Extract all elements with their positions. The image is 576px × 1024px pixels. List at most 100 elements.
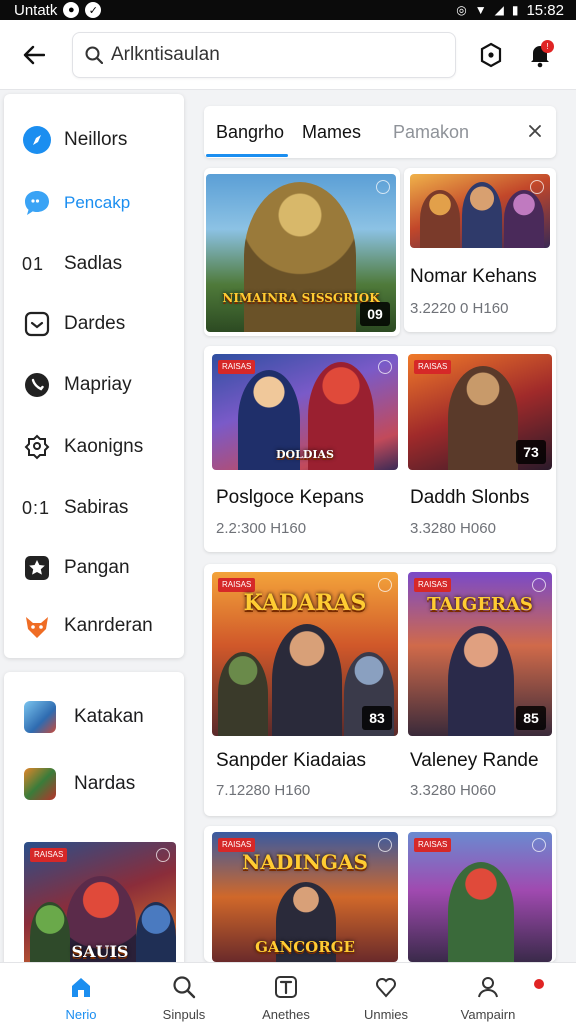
arrow-left-icon	[23, 45, 45, 65]
nav-notification-dot	[534, 979, 544, 989]
game-title[interactable]: Daddh Slonbs	[410, 487, 529, 509]
game-title[interactable]: Sanpder Kiadaias	[216, 750, 366, 772]
nav-item-nerio[interactable]: Nerio	[31, 963, 131, 1024]
close-tabs-button[interactable]	[524, 120, 546, 142]
game-title[interactable]: Valeney Rande	[410, 750, 539, 772]
hero-artwork	[448, 626, 514, 736]
check-icon: ✓	[85, 2, 102, 18]
notification-badge: !	[541, 40, 554, 53]
game-meta: 7.12280 H160	[216, 782, 311, 799]
sidebar-game-nardas[interactable]: Nardas	[4, 759, 184, 809]
active-tab-indicator	[206, 154, 288, 157]
rating-badge: 09	[360, 302, 390, 326]
nav-item-sinpuls[interactable]: Sinpuls	[134, 963, 234, 1024]
game-artwork[interactable]: RAISAS KADARAS 83	[212, 572, 398, 736]
location-icon: ◎	[456, 3, 467, 17]
sidebar-item-neillors[interactable]: Neillors	[4, 115, 184, 165]
nav-item-anethes[interactable]: Anethes	[236, 963, 336, 1024]
signal-icon: ◢	[494, 3, 504, 17]
search-icon	[168, 973, 200, 1001]
chat-bubble-icon	[22, 188, 52, 218]
hero-artwork	[420, 190, 460, 248]
nav-item-unmies[interactable]: Unmies	[336, 963, 436, 1024]
nav-item-vampairn[interactable]: Vampairn	[438, 963, 538, 1024]
close-icon	[529, 125, 541, 137]
clock: 15:82	[526, 1, 564, 19]
sidebar-item-label: Sabiras	[64, 497, 129, 518]
battery-icon: ▮	[511, 3, 519, 17]
sidebar-item-label: Pencakp	[64, 193, 131, 212]
sidebar-item-dardes[interactable]: Dardes	[4, 299, 184, 349]
sidebar-item-mapriay[interactable]: Mapriay	[4, 360, 184, 410]
compass-icon	[22, 125, 52, 155]
tab-mames[interactable]: Mames	[302, 122, 361, 143]
text-box-icon	[270, 973, 302, 1001]
hero-artwork	[218, 652, 268, 736]
sidebar-item-label: Pangan	[64, 557, 130, 578]
sidebar-item-pangan[interactable]: Pangan	[4, 543, 184, 593]
nav-label: Sinpuls	[162, 1007, 206, 1022]
game-card-row: RAISAS KADARAS 83 RAISAS TAIGERAS 85 San…	[204, 564, 556, 816]
game-artwork[interactable]: RAISAS TAIGERAS 85	[408, 572, 552, 736]
sidebar-item-label: Kanrderan	[64, 615, 153, 636]
sidebar-item-prefix: 01	[22, 253, 45, 274]
carrier-label: Untatk	[14, 1, 58, 19]
top-app-bar: !	[0, 20, 576, 90]
sidebar-game-label: Katakan	[74, 706, 144, 727]
sidebar-item-sabiras[interactable]: 0:1 Sabiras	[4, 483, 184, 533]
sidebar-item-kaonigns[interactable]: Kaonigns	[4, 422, 184, 472]
settings-icon	[530, 180, 544, 194]
hero-artwork	[462, 182, 502, 248]
rating-badge: 73	[516, 440, 546, 464]
sidebar-game-katakan[interactable]: Katakan	[4, 692, 184, 742]
game-logo: KADARAS	[243, 590, 367, 616]
sidebar-game-label: Nardas	[74, 773, 136, 794]
hero-artwork	[504, 190, 544, 248]
search-input[interactable]	[111, 44, 431, 66]
game-meta: 3.3280 H060	[410, 520, 496, 537]
status-bar: Untatk ● ✓ ◎ ▼ ◢ ▮ 15:82	[0, 0, 576, 20]
sidebar-item-pencakp[interactable]: Pencakp	[4, 178, 184, 228]
game-artwork[interactable]: RAISAS	[408, 832, 552, 962]
promo-logo: SAUIS	[71, 942, 129, 961]
game-title[interactable]: Poslgoce Kepans	[216, 487, 364, 509]
rating-badge: 83	[362, 706, 392, 730]
game-card[interactable]: Nomar Kehans 3.2220 0 H160	[404, 168, 556, 332]
scan-button[interactable]	[476, 39, 506, 71]
settings-icon	[378, 360, 392, 374]
wifi-icon: ▼	[474, 3, 487, 17]
hero-artwork	[448, 366, 518, 470]
game-tag: RAISAS	[414, 838, 452, 852]
game-artwork[interactable]: RAISAS DOLDIAS	[212, 354, 398, 470]
game-artwork: NIMAINRA SISSGRIOK 09	[206, 174, 396, 332]
game-artwork[interactable]: RAISAS 73	[408, 354, 552, 470]
game-card[interactable]: NIMAINRA SISSGRIOK 09	[204, 168, 400, 336]
back-button[interactable]	[18, 39, 50, 71]
game-tag: RAISAS	[414, 360, 452, 374]
promo-banner[interactable]: RAISAS SAUIS	[24, 842, 176, 972]
phone-icon	[22, 370, 52, 400]
game-logo: DOLDIAS	[275, 448, 335, 461]
tab-pamakon[interactable]: Pamakon	[393, 122, 469, 143]
game-artwork[interactable]: RAISAS NADINGAS GANCORGE	[212, 832, 398, 962]
game-tag: RAISAS	[218, 360, 256, 374]
promo-tag: RAISAS	[30, 848, 68, 862]
game-logo: TAIGERAS	[427, 594, 533, 615]
sidebar-item-label: Kaonigns	[64, 436, 144, 457]
tab-bangrho[interactable]: Bangrho	[216, 122, 284, 143]
game-card-row: RAISAS DOLDIAS RAISAS 73 Poslgoce Kepans…	[204, 346, 556, 552]
search-icon	[85, 46, 103, 64]
tab-bar: Bangrho Mames Pamakon	[204, 106, 556, 158]
heart-icon	[370, 973, 402, 1001]
notifications-button[interactable]: !	[524, 39, 556, 71]
game-artwork	[410, 174, 550, 248]
sidebar-item-sadlas[interactable]: 01 Sadlas	[4, 239, 184, 289]
hexagon-icon	[480, 42, 502, 68]
search-box[interactable]	[72, 32, 456, 78]
game-thumbnail	[24, 701, 56, 733]
hero-artwork	[448, 862, 514, 962]
game-title: Nomar Kehans	[410, 266, 537, 287]
sidebar-item-kanrderan[interactable]: Kanrderan	[4, 601, 184, 651]
game-thumbnail	[24, 768, 56, 800]
settings-icon	[376, 180, 390, 194]
